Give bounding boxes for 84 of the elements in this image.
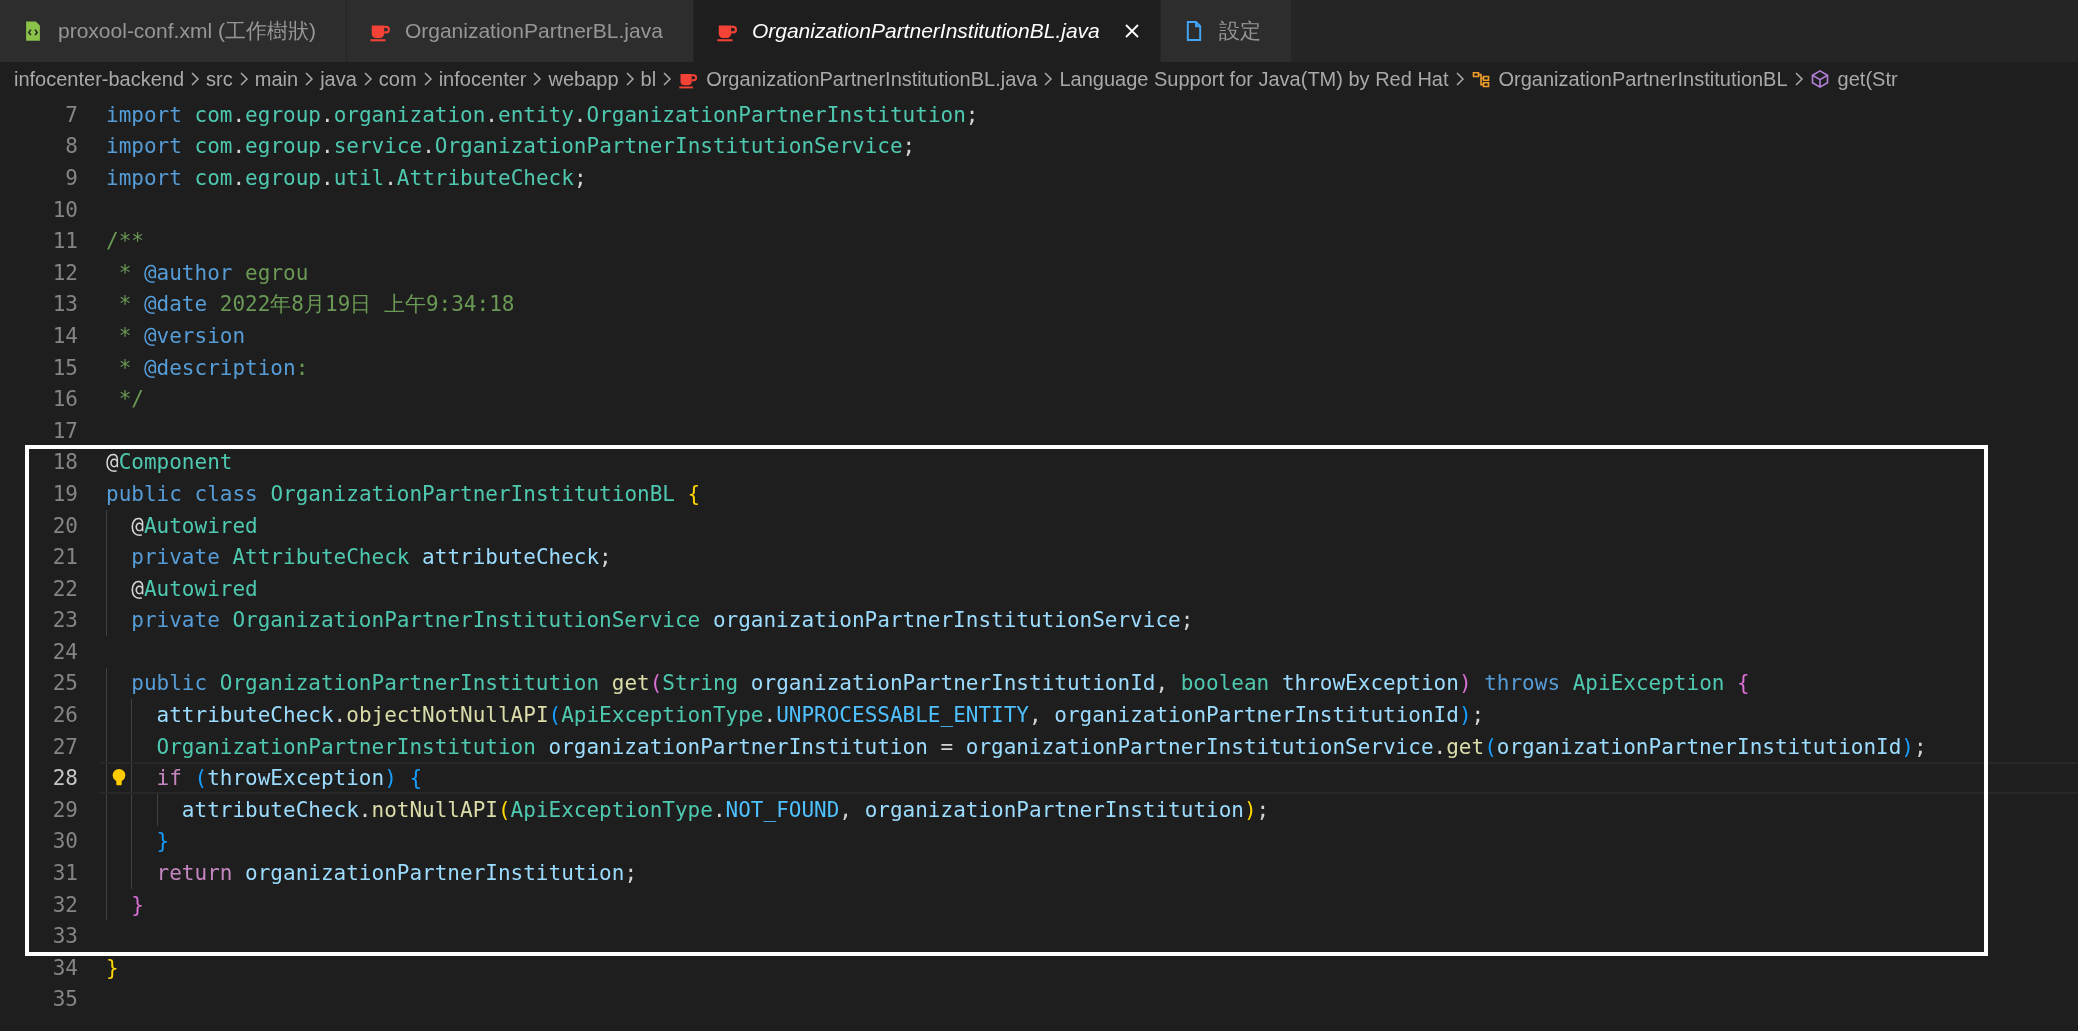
- breadcrumb-item[interactable]: src: [206, 67, 233, 91]
- breadcrumb-item[interactable]: infocenter: [438, 67, 527, 91]
- line-number: 9: [64, 166, 79, 190]
- chevron-right-icon: [238, 70, 249, 88]
- code-line: public OrganizationPartnerInstitution get(String organizationPartnerInstitutionId, boolean throwException) throws ApiException {: [131, 671, 1750, 696]
- line-number: 17: [51, 418, 79, 443]
- line-number: 29: [51, 797, 79, 822]
- code-line: if (throwException) {: [156, 766, 423, 791]
- code-line: attributeCheck.objectNotNullAPI(ApiExceptionType.UNPROCESSABLE_ENTITY, organizationPartnerInstitutionId);: [156, 703, 1485, 728]
- line-number: 13: [51, 292, 79, 317]
- chevron-right-icon: [1454, 70, 1465, 88]
- breadcrumb-item[interactable]: main: [254, 67, 299, 91]
- line-number: 32: [51, 892, 79, 917]
- cube-icon: [1809, 69, 1830, 89]
- line-number: 8: [64, 134, 79, 159]
- code-line: public class OrganizationPartnerInstitutionBL {: [106, 481, 701, 506]
- line-number: 25: [51, 671, 79, 696]
- line-number: 16: [51, 387, 79, 412]
- code-line: return organizationPartnerInstitution;: [156, 861, 638, 886]
- chevron-right-icon: [1043, 70, 1054, 88]
- code-line: * @version: [118, 323, 246, 348]
- editor-tab[interactable]: OrganizationPartnerInstitutionBL.java: [693, 0, 1161, 62]
- code-line: * @description:: [118, 355, 309, 380]
- code-line: OrganizationPartnerInstitution organizationPartnerInstitution = organizationPartnerInstitutionService.get(organizationPartnerInstitutionId);: [156, 734, 1927, 759]
- breadcrumb-item[interactable]: webapp: [548, 67, 619, 91]
- code-line: import com.egroup.util.AttributeCheck;: [106, 166, 587, 190]
- chevron-right-icon: [624, 70, 635, 88]
- line-number: 21: [51, 545, 79, 570]
- chevron-right-icon: [662, 70, 673, 88]
- indent-guide: [156, 794, 158, 826]
- code-line: * @date 2022年8月19日 上午9:34:18: [118, 291, 515, 319]
- editor-tab[interactable]: proxool-conf.xml (工作樹狀): [0, 0, 347, 62]
- breadcrumb-item[interactable]: OrganizationPartnerInstitutionBL: [1498, 67, 1788, 91]
- chevron-right-icon: [362, 70, 373, 88]
- line-number: 28: [51, 766, 79, 791]
- code-line: private OrganizationPartnerInstitutionService organizationPartnerInstitutionService;: [131, 608, 1194, 633]
- code-line: /**: [106, 229, 144, 254]
- class-icon: [1470, 69, 1491, 89]
- code-line: }: [131, 892, 144, 917]
- line-number: 19: [51, 481, 79, 506]
- line-number: 26: [51, 703, 79, 728]
- breadcrumb-item[interactable]: java: [320, 67, 357, 91]
- code-line: attributeCheck.notNullAPI(ApiExceptionType.NOT_FOUND, organizationPartnerInstitution);: [181, 797, 1270, 822]
- breadcrumb-item[interactable]: OrganizationPartnerInstitutionBL.java: [706, 67, 1038, 91]
- code-line: */: [118, 387, 144, 412]
- code-line: * @author egrou: [118, 260, 309, 285]
- code-line: private AttributeCheck attributeCheck;: [131, 545, 612, 570]
- line-number: 12: [51, 260, 79, 285]
- line-number: 31: [51, 861, 79, 886]
- chevron-right-icon: [422, 70, 433, 88]
- breadcrumb-item[interactable]: bl: [640, 67, 657, 91]
- line-number: 22: [51, 576, 79, 601]
- editor-tab[interactable]: 設定: [1160, 0, 1292, 62]
- editor-tab[interactable]: OrganizationPartnerBL.java: [346, 0, 694, 62]
- code-line: import com.egroup.organization.entity.OrganizationPartnerInstitution;: [106, 102, 979, 127]
- chevron-right-icon: [532, 70, 543, 88]
- line-number: 34: [51, 955, 79, 980]
- breadcrumb-item[interactable]: com: [378, 67, 417, 91]
- chevron-right-icon: [190, 70, 201, 88]
- line-number: 24: [51, 639, 79, 664]
- breadcrumb-item[interactable]: get(Str: [1837, 67, 1898, 91]
- code-line: @Autowired: [131, 576, 258, 601]
- chevron-right-icon: [304, 70, 315, 88]
- breadcrumb-item[interactable]: infocenter-backend: [14, 67, 185, 91]
- line-number: 20: [51, 513, 79, 538]
- code-line: }: [156, 829, 170, 854]
- code-line: @Component: [106, 450, 233, 475]
- line-number: 18: [51, 450, 79, 475]
- code-line: @Autowired: [131, 513, 258, 538]
- line-number: 10: [51, 197, 79, 222]
- close-icon[interactable]: [1123, 23, 1140, 39]
- line-number: 30: [51, 829, 79, 854]
- line-number: 35: [51, 987, 79, 1012]
- code-line: }: [106, 955, 119, 980]
- line-number: 33: [51, 924, 79, 949]
- code-line: import com.egroup.service.OrganizationPartnerInstitutionService;: [106, 134, 916, 159]
- line-number: 23: [51, 608, 79, 633]
- chevron-right-icon: [1793, 70, 1804, 88]
- breadcrumb-item[interactable]: Language Support for Java(TM) by Red Hat: [1059, 67, 1449, 91]
- line-number: 14: [51, 323, 79, 348]
- line-number: 27: [51, 734, 79, 759]
- line-number: 11: [51, 229, 79, 254]
- line-number: 15: [51, 355, 79, 380]
- line-number: 7: [64, 102, 79, 127]
